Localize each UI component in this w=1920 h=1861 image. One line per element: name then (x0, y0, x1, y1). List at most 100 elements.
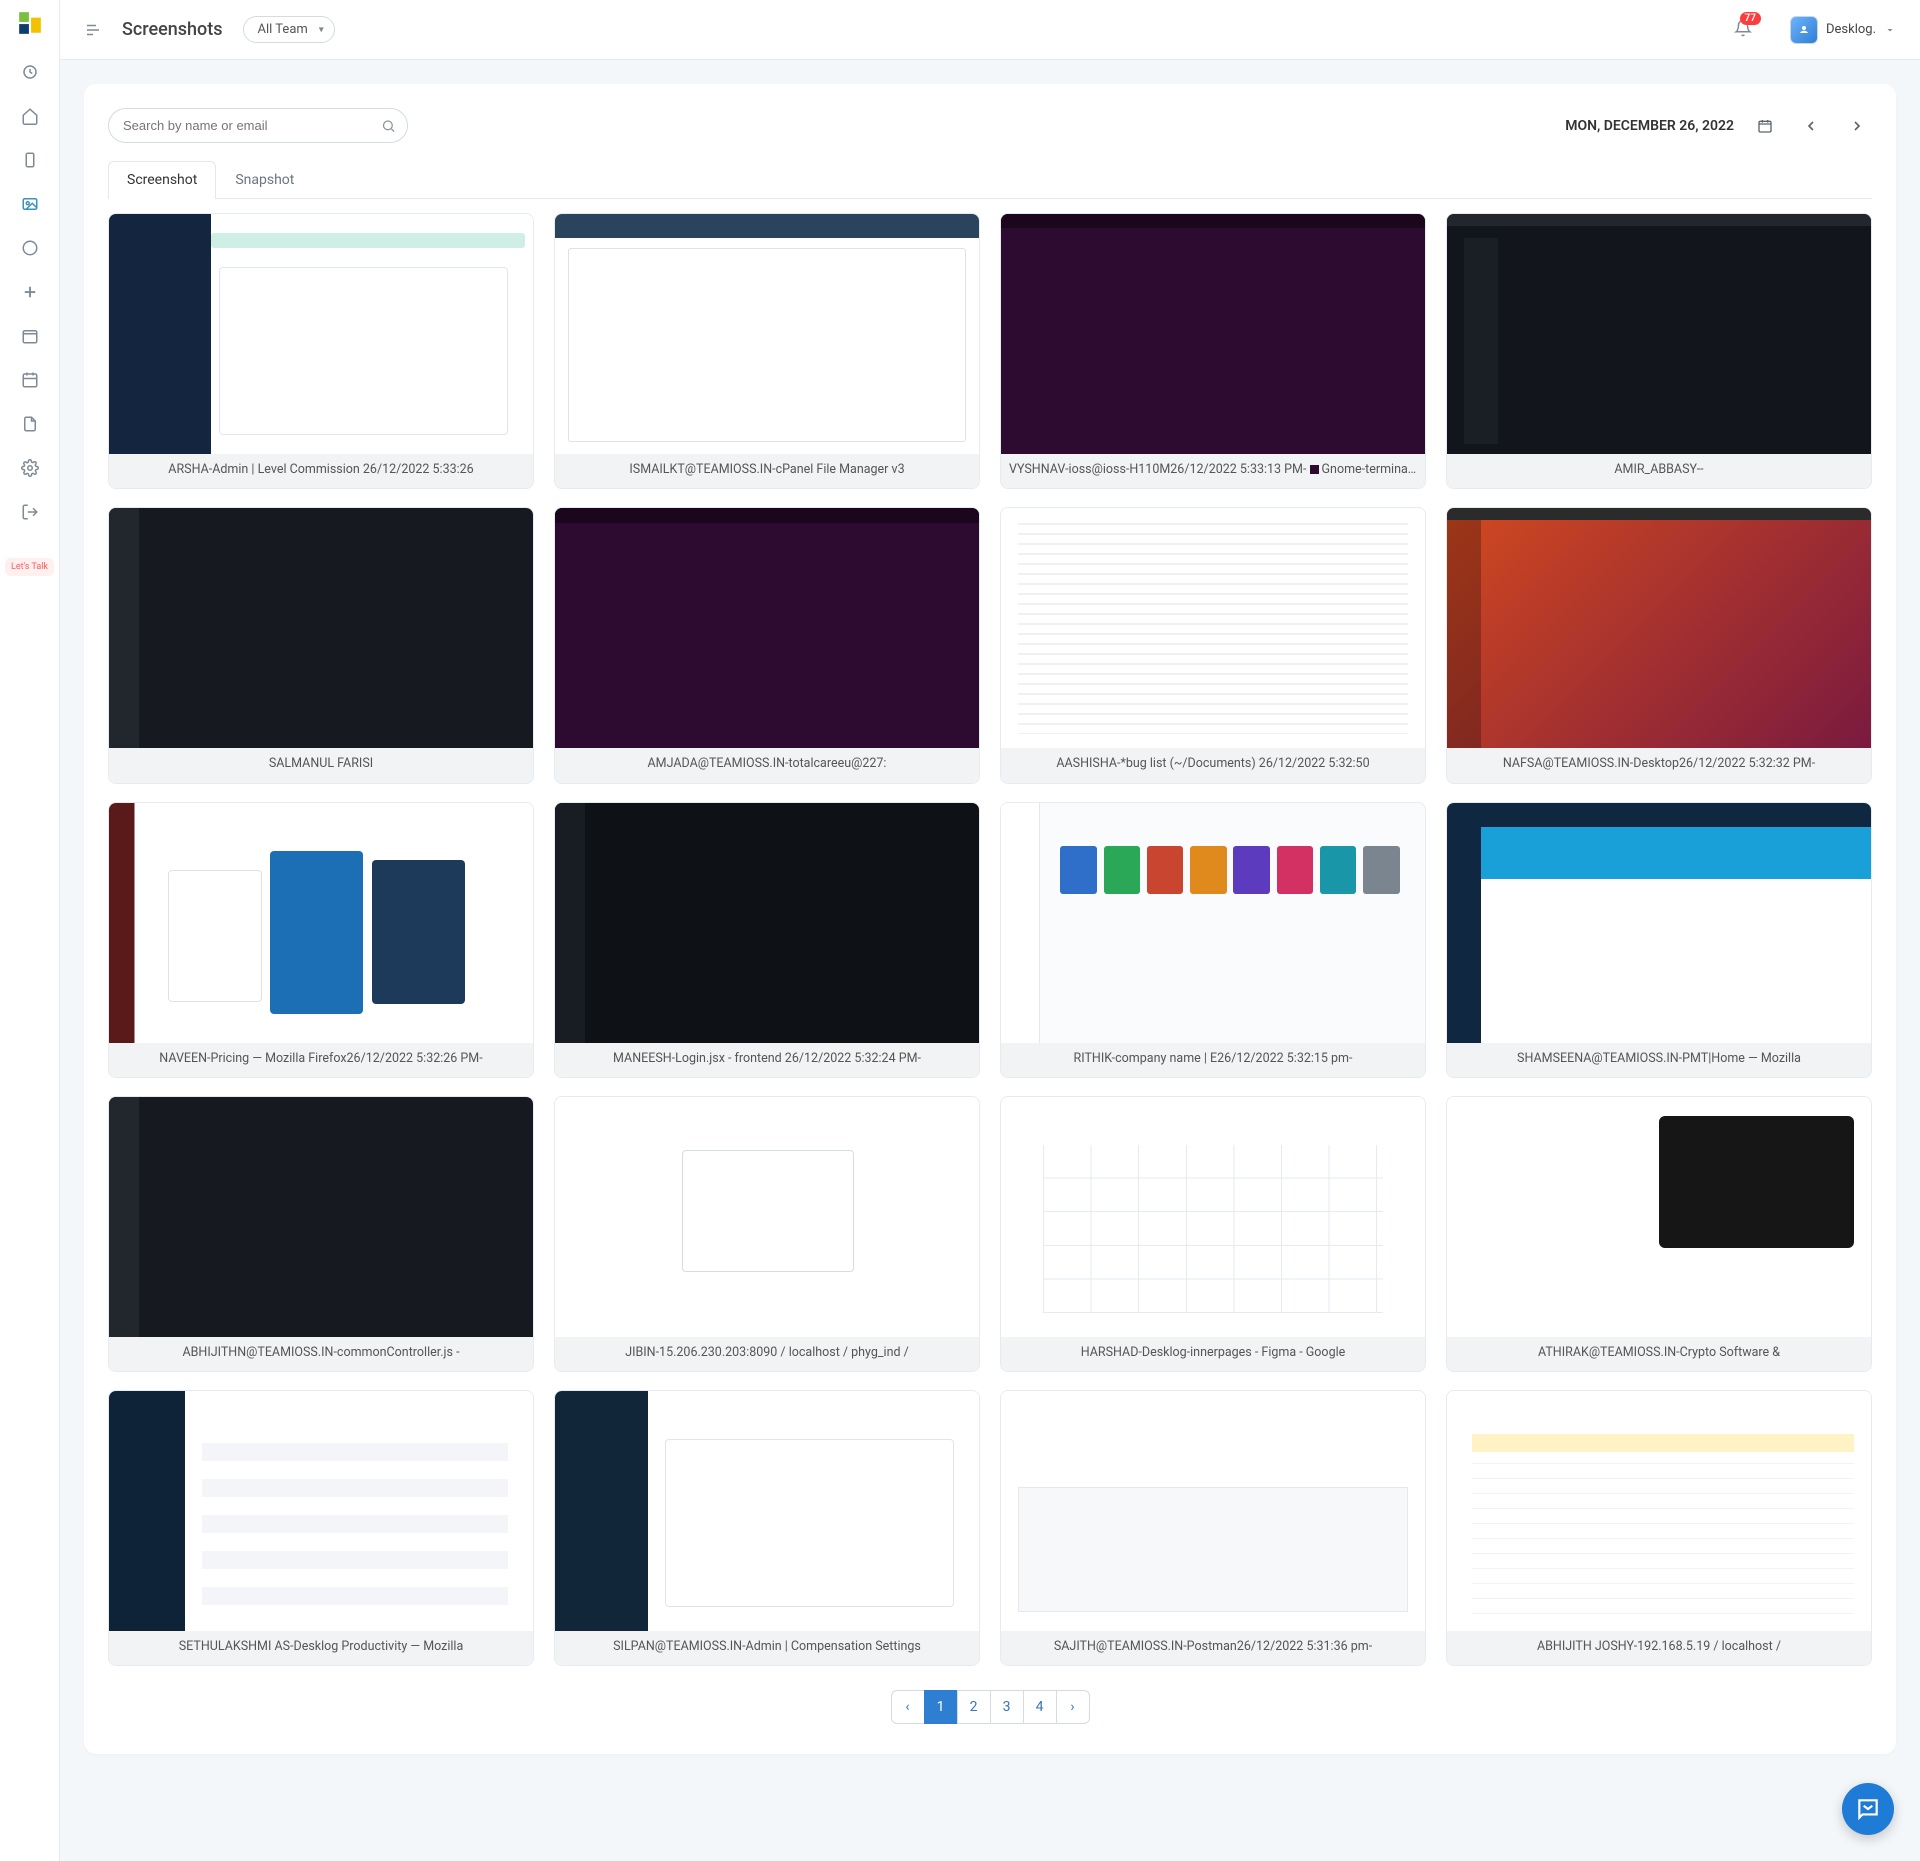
screenshot-card[interactable]: VYSHNAV-ioss@ioss-H110M26/12/2022 5:33:1… (1000, 213, 1426, 489)
user-menu[interactable]: Desklog. (1790, 16, 1896, 44)
page-prev[interactable]: ‹ (891, 1690, 925, 1724)
screenshot-card[interactable]: SALMANUL FARISI (108, 507, 534, 783)
screenshot-grid: ARSHA-Admin | Level Commission 26/12/202… (108, 213, 1872, 1666)
screenshot-card[interactable]: MANEESH-Login.jsx - frontend 26/12/2022 … (554, 802, 980, 1078)
screenshot-caption: SAJITH@TEAMIOSS.IN-Postman26/12/2022 5:3… (1001, 1631, 1425, 1665)
search-wrap (108, 108, 408, 143)
search-input[interactable] (108, 108, 408, 143)
sidebar: Let's Talk (0, 0, 60, 1861)
date-label: MON, DECEMBER 26, 2022 (1565, 118, 1734, 134)
screenshot-card[interactable]: ABHIJITH JOSHY-192.168.5.19 / localhost … (1446, 1390, 1872, 1666)
screenshot-thumb (109, 803, 533, 1043)
notifications-badge: 77 (1740, 12, 1761, 25)
screenshot-caption: JIBIN-15.206.230.203:8090 / localhost / … (555, 1337, 979, 1371)
screenshot-thumb (1001, 1391, 1425, 1631)
screenshot-caption: RITHIK-company name | E26/12/2022 5:32:1… (1001, 1043, 1425, 1077)
screenshot-card[interactable]: AMJADA@TEAMIOSS.IN-totalcareeu@227: (554, 507, 980, 783)
page-title: Screenshots (122, 19, 223, 40)
calendar-button[interactable] (1750, 111, 1780, 141)
nav-dashboard-icon[interactable] (12, 54, 48, 90)
screenshot-thumb (1001, 508, 1425, 748)
next-day-button[interactable] (1842, 111, 1872, 141)
nav-device-icon[interactable] (12, 142, 48, 178)
screenshot-thumb (1447, 1391, 1871, 1631)
nav-calendar-icon[interactable] (12, 318, 48, 354)
user-name: Desklog. (1826, 22, 1876, 37)
nav-add-icon[interactable] (12, 274, 48, 310)
screenshot-card[interactable]: AMIR_ABBASY-- (1446, 213, 1872, 489)
page-next[interactable]: › (1056, 1690, 1090, 1724)
screenshot-thumb (1447, 1097, 1871, 1337)
page-4[interactable]: 4 (1023, 1690, 1057, 1724)
chat-fab[interactable] (1842, 1783, 1894, 1835)
screenshot-thumb (555, 214, 979, 454)
screenshot-thumb (1447, 508, 1871, 748)
tab-screenshot[interactable]: Screenshot (108, 161, 216, 198)
screenshot-thumb (1001, 803, 1425, 1043)
toolbar: MON, DECEMBER 26, 2022 (108, 108, 1872, 143)
screenshot-thumb (555, 803, 979, 1043)
screenshot-card[interactable]: NAVEEN-Pricing — Mozilla Firefox26/12/20… (108, 802, 534, 1078)
screenshot-thumb (109, 508, 533, 748)
screenshot-card[interactable]: HARSHAD-Desklog-innerpages - Figma - Goo… (1000, 1096, 1426, 1372)
nav-screenshots-icon[interactable] (12, 186, 48, 222)
screenshot-caption: SHAMSEENA@TEAMIOSS.IN-PMT|Home — Mozilla (1447, 1043, 1871, 1077)
screenshot-caption: NAVEEN-Pricing — Mozilla Firefox26/12/20… (109, 1043, 533, 1077)
screenshot-card[interactable]: AASHISHA-*bug list (~/Documents) 26/12/2… (1000, 507, 1426, 783)
page-1[interactable]: 1 (924, 1690, 958, 1724)
topbar: Screenshots All Team 77 Desklog. (60, 0, 1920, 60)
screenshot-card[interactable]: NAFSA@TEAMIOSS.IN-Desktop26/12/2022 5:32… (1446, 507, 1872, 783)
nav-schedule-icon[interactable] (12, 362, 48, 398)
screenshot-card[interactable]: RITHIK-company name | E26/12/2022 5:32:1… (1000, 802, 1426, 1078)
screenshot-card[interactable]: SETHULAKSHMI AS-Desklog Productivity — M… (108, 1390, 534, 1666)
chat-icon (1855, 1796, 1881, 1822)
screenshot-card[interactable]: ISMAILKT@TEAMIOSS.IN-cPanel File Manager… (554, 213, 980, 489)
nav-home-icon[interactable] (12, 98, 48, 134)
screenshot-card[interactable]: SHAMSEENA@TEAMIOSS.IN-PMT|Home — Mozilla (1446, 802, 1872, 1078)
menu-toggle-icon[interactable] (84, 21, 102, 39)
screenshot-caption: SETHULAKSHMI AS-Desklog Productivity — M… (109, 1631, 533, 1665)
nav-report-icon[interactable] (12, 406, 48, 442)
screenshot-caption: HARSHAD-Desklog-innerpages - Figma - Goo… (1001, 1337, 1425, 1371)
screenshot-card[interactable]: SAJITH@TEAMIOSS.IN-Postman26/12/2022 5:3… (1000, 1390, 1426, 1666)
screenshot-caption: VYSHNAV-ioss@ioss-H110M26/12/2022 5:33:1… (1001, 454, 1425, 488)
chevron-down-icon (1884, 24, 1896, 36)
logo (17, 10, 43, 36)
main: Screenshots All Team 77 Desklog. MON, DE… (60, 0, 1920, 1861)
tab-snapshot[interactable]: Snapshot (216, 161, 313, 198)
screenshot-thumb (1001, 1097, 1425, 1337)
screenshot-thumb (109, 214, 533, 454)
screenshot-thumb (1447, 803, 1871, 1043)
screenshot-caption: SILPAN@TEAMIOSS.IN-Admin | Compensation … (555, 1631, 979, 1665)
screenshot-caption: NAFSA@TEAMIOSS.IN-Desktop26/12/2022 5:32… (1447, 748, 1871, 782)
screenshot-card[interactable]: ATHIRAK@TEAMIOSS.IN-Crypto Software & (1446, 1096, 1872, 1372)
screenshot-card[interactable]: ABHIJITHN@TEAMIOSS.IN-commonController.j… (108, 1096, 534, 1372)
team-select[interactable]: All Team (243, 16, 335, 43)
screenshot-caption: ISMAILKT@TEAMIOSS.IN-cPanel File Manager… (555, 454, 979, 488)
screenshot-caption: ABHIJITHN@TEAMIOSS.IN-commonController.j… (109, 1337, 533, 1371)
content-panel: MON, DECEMBER 26, 2022 ScreenshotSnapsho… (84, 84, 1896, 1754)
prev-day-button[interactable] (1796, 111, 1826, 141)
nav-logout-icon[interactable] (12, 494, 48, 530)
nav-time-icon[interactable] (12, 230, 48, 266)
screenshot-caption: SALMANUL FARISI (109, 748, 533, 782)
screenshot-caption: AASHISHA-*bug list (~/Documents) 26/12/2… (1001, 748, 1425, 782)
screenshot-thumb (555, 1097, 979, 1337)
screenshot-thumb (555, 508, 979, 748)
tabs: ScreenshotSnapshot (108, 161, 1872, 199)
screenshot-thumb (109, 1097, 533, 1337)
screenshot-card[interactable]: SILPAN@TEAMIOSS.IN-Admin | Compensation … (554, 1390, 980, 1666)
pagination: ‹1234› (108, 1690, 1872, 1724)
avatar (1790, 16, 1818, 44)
page-3[interactable]: 3 (990, 1690, 1024, 1724)
screenshot-card[interactable]: JIBIN-15.206.230.203:8090 / localhost / … (554, 1096, 980, 1372)
screenshot-caption: ABHIJITH JOSHY-192.168.5.19 / localhost … (1447, 1631, 1871, 1665)
nav-settings-icon[interactable] (12, 450, 48, 486)
screenshot-card[interactable]: ARSHA-Admin | Level Commission 26/12/202… (108, 213, 534, 489)
notifications-button[interactable]: 77 (1734, 19, 1752, 41)
lets-talk-badge[interactable]: Let's Talk (5, 558, 54, 576)
screenshot-caption: AMIR_ABBASY-- (1447, 454, 1871, 488)
screenshot-thumb (555, 1391, 979, 1631)
screenshot-thumb (1447, 214, 1871, 454)
page-2[interactable]: 2 (957, 1690, 991, 1724)
